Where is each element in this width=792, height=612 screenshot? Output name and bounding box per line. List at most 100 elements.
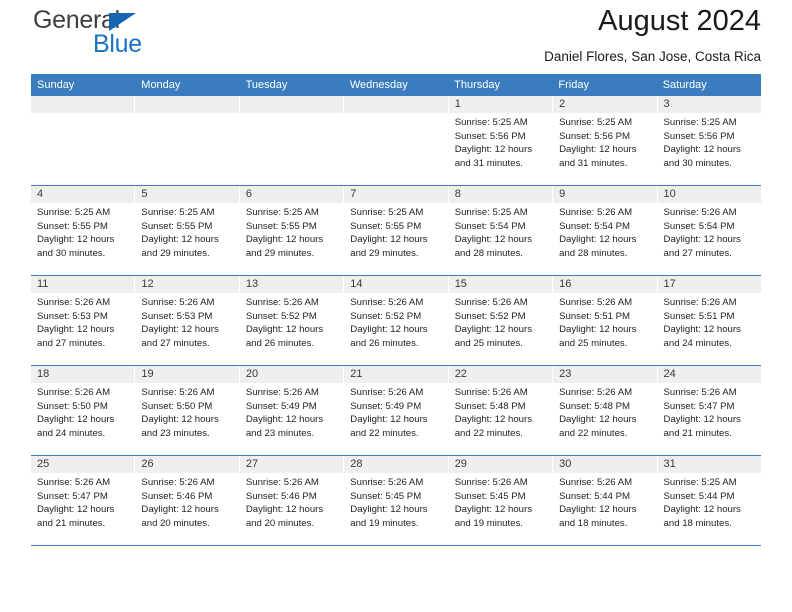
daylight-text-line1: Daylight: 12 hours xyxy=(350,414,428,426)
sunrise-text: Sunrise: 5:26 AM xyxy=(559,477,633,488)
calendar-day-cell-empty xyxy=(239,96,345,185)
calendar-day-cell[interactable]: 4 Sunrise: 5:25 AM Sunset: 5:55 PM Daylight… xyxy=(31,186,136,275)
calendar-day-cell[interactable]: 6 Sunrise: 5:25 AM Sunset: 5:55 PM Daylight… xyxy=(239,186,345,275)
calendar-day-cell[interactable]: 10 Sunrise: 5:26 AM Sunset: 5:54 PM Dayligh… xyxy=(657,186,761,275)
daylight-text-line2: and 27 minutes. xyxy=(37,338,106,350)
sunset-text: Sunset: 5:47 PM xyxy=(663,400,735,412)
calendar-bottom-rule xyxy=(31,545,761,546)
daylight-text-line1: Daylight: 12 hours xyxy=(141,504,219,516)
calendar-day-cell[interactable]: 9 Sunrise: 5:26 AM Sunset: 5:54 PM Daylight… xyxy=(553,186,658,275)
calendar-day-cell[interactable]: 13 Sunrise: 5:26 AM Sunset: 5:52 PM Dayligh… xyxy=(239,276,345,365)
calendar-week-row: 1 Sunrise: 5:25 AM Sunset: 5:56 PM Daylight… xyxy=(31,96,761,185)
daylight-text-line2: and 25 minutes. xyxy=(559,338,628,350)
daylight-text-line1: Daylight: 12 hours xyxy=(245,414,324,426)
day-details: Sunrise: 5:25 AM Sunset: 5:55 PM Daylight:… xyxy=(344,203,447,261)
day-details: Sunrise: 5:26 AM Sunset: 5:51 PM Daylight:… xyxy=(553,293,656,351)
sunrise-text: Sunrise: 5:26 AM xyxy=(454,387,528,398)
sunrise-text: Sunrise: 5:26 AM xyxy=(454,297,528,308)
day-number: 5 xyxy=(135,186,239,203)
calendar-day-cell[interactable]: 24 Sunrise: 5:26 AM Sunset: 5:47 PM Dayligh… xyxy=(657,366,761,455)
sunrise-text: Sunrise: 5:25 AM xyxy=(141,207,215,218)
daylight-text-line2: and 30 minutes. xyxy=(37,248,106,260)
calendar-day-cell[interactable]: 28 Sunrise: 5:26 AM Sunset: 5:45 PM Dayligh… xyxy=(344,456,449,545)
day-number: 25 xyxy=(31,456,135,473)
calendar-day-cell[interactable]: 16 Sunrise: 5:26 AM Sunset: 5:51 PM Dayligh… xyxy=(553,276,658,365)
calendar-day-cell-empty xyxy=(344,96,449,185)
daylight-text-line2: and 24 minutes. xyxy=(663,338,732,350)
day-details: Sunrise: 5:25 AM Sunset: 5:55 PM Daylight:… xyxy=(31,203,134,261)
calendar-day-cell[interactable]: 20 Sunrise: 5:26 AM Sunset: 5:49 PM Dayligh… xyxy=(239,366,345,455)
calendar-day-cell[interactable]: 14 Sunrise: 5:26 AM Sunset: 5:52 PM Dayligh… xyxy=(344,276,449,365)
daylight-text-line1: Daylight: 12 hours xyxy=(663,414,741,426)
sunset-text: Sunset: 5:54 PM xyxy=(454,220,526,232)
sunrise-text: Sunrise: 5:26 AM xyxy=(559,207,633,218)
day-number: 8 xyxy=(448,186,553,203)
daylight-text-line1: Daylight: 12 hours xyxy=(245,324,324,336)
calendar-day-cell[interactable]: 21 Sunrise: 5:26 AM Sunset: 5:49 PM Dayligh… xyxy=(344,366,449,455)
calendar-day-cell[interactable]: 22 Sunrise: 5:26 AM Sunset: 5:48 PM Dayligh… xyxy=(448,366,554,455)
calendar-day-cell[interactable]: 15 Sunrise: 5:26 AM Sunset: 5:52 PM Dayligh… xyxy=(448,276,554,365)
sunrise-text: Sunrise: 5:26 AM xyxy=(245,477,319,488)
day-details: Sunrise: 5:25 AM Sunset: 5:56 PM Daylight:… xyxy=(553,113,656,171)
calendar-day-cell[interactable]: 29 Sunrise: 5:26 AM Sunset: 5:45 PM Dayligh… xyxy=(448,456,554,545)
day-number xyxy=(31,96,135,113)
day-details: Sunrise: 5:26 AM Sunset: 5:52 PM Daylight:… xyxy=(240,293,343,351)
sunset-text: Sunset: 5:46 PM xyxy=(245,490,317,502)
calendar-day-cell[interactable]: 30 Sunrise: 5:26 AM Sunset: 5:44 PM Dayligh… xyxy=(553,456,658,545)
daylight-text-line1: Daylight: 12 hours xyxy=(454,324,533,336)
day-details: Sunrise: 5:26 AM Sunset: 5:49 PM Daylight:… xyxy=(344,383,447,441)
calendar-day-cell[interactable]: 11 Sunrise: 5:26 AM Sunset: 5:53 PM Dayligh… xyxy=(31,276,136,365)
day-number xyxy=(239,96,344,113)
day-details: Sunrise: 5:26 AM Sunset: 5:51 PM Daylight:… xyxy=(658,293,761,351)
calendar-day-cell[interactable]: 5 Sunrise: 5:25 AM Sunset: 5:55 PM Daylight… xyxy=(135,186,240,275)
daylight-text-line2: and 28 minutes. xyxy=(454,248,523,260)
day-details: Sunrise: 5:26 AM Sunset: 5:52 PM Daylight:… xyxy=(344,293,447,351)
daylight-text-line1: Daylight: 12 hours xyxy=(37,234,115,246)
sunset-text: Sunset: 5:54 PM xyxy=(663,220,735,232)
calendar-day-cell[interactable]: 27 Sunrise: 5:26 AM Sunset: 5:46 PM Dayligh… xyxy=(239,456,345,545)
daylight-text-line1: Daylight: 12 hours xyxy=(37,504,115,516)
day-number: 31 xyxy=(657,456,761,473)
sunrise-text: Sunrise: 5:25 AM xyxy=(37,207,111,218)
calendar-day-cell[interactable]: 1 Sunrise: 5:25 AM Sunset: 5:56 PM Daylight… xyxy=(448,96,554,185)
day-details: Sunrise: 5:25 AM Sunset: 5:56 PM Daylight:… xyxy=(449,113,552,171)
general-blue-logo[interactable]: General Blue xyxy=(33,8,263,64)
calendar-day-cell[interactable]: 25 Sunrise: 5:26 AM Sunset: 5:47 PM Dayligh… xyxy=(31,456,136,545)
calendar-day-cell[interactable]: 26 Sunrise: 5:26 AM Sunset: 5:46 PM Dayligh… xyxy=(135,456,240,545)
sunrise-text: Sunrise: 5:25 AM xyxy=(454,117,528,128)
calendar-day-cell[interactable]: 17 Sunrise: 5:26 AM Sunset: 5:51 PM Dayligh… xyxy=(657,276,761,365)
daylight-text-line2: and 18 minutes. xyxy=(663,518,732,530)
daylight-text-line2: and 26 minutes. xyxy=(245,338,315,350)
sunset-text: Sunset: 5:46 PM xyxy=(141,490,213,502)
calendar-day-cell[interactable]: 8 Sunrise: 5:25 AM Sunset: 5:54 PM Daylight… xyxy=(448,186,554,275)
day-number: 16 xyxy=(553,276,657,293)
calendar-day-cell[interactable]: 12 Sunrise: 5:26 AM Sunset: 5:53 PM Dayligh… xyxy=(135,276,240,365)
calendar-day-cell[interactable]: 7 Sunrise: 5:25 AM Sunset: 5:55 PM Daylight… xyxy=(344,186,449,275)
calendar-day-cell[interactable]: 23 Sunrise: 5:26 AM Sunset: 5:48 PM Dayligh… xyxy=(553,366,658,455)
day-number: 20 xyxy=(239,366,344,383)
calendar-day-cell[interactable]: 2 Sunrise: 5:25 AM Sunset: 5:56 PM Daylight… xyxy=(553,96,658,185)
daylight-text-line1: Daylight: 12 hours xyxy=(559,414,637,426)
sunset-text: Sunset: 5:55 PM xyxy=(141,220,213,232)
day-details: Sunrise: 5:26 AM Sunset: 5:54 PM Daylight:… xyxy=(553,203,656,261)
sunset-text: Sunset: 5:56 PM xyxy=(663,130,735,142)
sunset-text: Sunset: 5:48 PM xyxy=(559,400,631,412)
day-details: Sunrise: 5:26 AM Sunset: 5:53 PM Daylight:… xyxy=(31,293,134,351)
calendar-day-cell[interactable]: 19 Sunrise: 5:26 AM Sunset: 5:50 PM Dayligh… xyxy=(135,366,240,455)
sunset-text: Sunset: 5:55 PM xyxy=(245,220,317,232)
daylight-text-line2: and 19 minutes. xyxy=(454,518,523,530)
sunset-text: Sunset: 5:50 PM xyxy=(141,400,213,412)
calendar-day-cell[interactable]: 3 Sunrise: 5:25 AM Sunset: 5:56 PM Daylight… xyxy=(657,96,761,185)
weekday-header-sunday: Sunday xyxy=(37,79,75,91)
sunset-text: Sunset: 5:48 PM xyxy=(454,400,526,412)
sunset-text: Sunset: 5:51 PM xyxy=(663,310,735,322)
calendar-day-cell[interactable]: 31 Sunrise: 5:25 AM Sunset: 5:44 PM Dayligh… xyxy=(657,456,761,545)
sunset-text: Sunset: 5:56 PM xyxy=(454,130,526,142)
daylight-text-line1: Daylight: 12 hours xyxy=(350,504,428,516)
sunrise-text: Sunrise: 5:25 AM xyxy=(245,207,319,218)
day-number: 9 xyxy=(553,186,657,203)
sunset-text: Sunset: 5:44 PM xyxy=(559,490,631,502)
calendar-day-cell[interactable]: 18 Sunrise: 5:26 AM Sunset: 5:50 PM Dayligh… xyxy=(31,366,136,455)
sunrise-text: Sunrise: 5:26 AM xyxy=(141,297,215,308)
calendar-grid: Sunday Monday Tuesday Wednesday Thursday Frid… xyxy=(31,74,761,546)
